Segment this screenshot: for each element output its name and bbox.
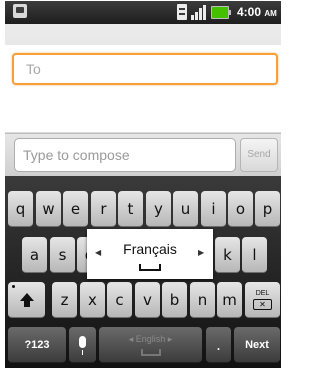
key-z[interactable]: z (52, 282, 77, 318)
key-s[interactable]: s (50, 237, 75, 273)
delete-key-content: DEL ✕ (253, 290, 272, 310)
key-k[interactable]: k (215, 237, 240, 273)
backspace-icon: ✕ (253, 298, 272, 310)
space-key[interactable]: ◂ English ▸ (99, 327, 202, 363)
key-e[interactable]: e (63, 191, 88, 227)
microphone-icon (79, 335, 86, 355)
language-popup: ◀ Français ▶ (87, 229, 213, 279)
status-time-value: 4:00 (237, 5, 262, 19)
key-c[interactable]: c (107, 282, 132, 318)
key-x[interactable]: x (80, 282, 105, 318)
space-language-value: English (135, 333, 166, 344)
delete-label: DEL (255, 289, 270, 297)
send-button[interactable]: Send (240, 138, 278, 172)
key-r[interactable]: r (91, 191, 116, 227)
key-t[interactable]: t (118, 191, 143, 227)
data-icon (177, 4, 187, 20)
key-p[interactable]: p (255, 191, 280, 227)
delete-key[interactable]: DEL ✕ (245, 282, 280, 318)
space-key-content: ◂ English ▸ (128, 333, 173, 356)
key-i[interactable]: i (201, 191, 226, 227)
to-field[interactable]: To (12, 53, 278, 85)
shift-icon (19, 292, 34, 307)
space-language-label: ◂ English ▸ (128, 333, 173, 344)
key-n[interactable]: n (190, 282, 215, 318)
key-a[interactable]: a (22, 237, 47, 273)
key-o[interactable]: o (228, 191, 253, 227)
message-input[interactable]: Type to compose (14, 138, 236, 172)
key-b[interactable]: b (162, 282, 187, 318)
status-time-ampm: AM (264, 9, 277, 18)
symbols-key[interactable]: ?123 (8, 327, 66, 363)
message-placeholder: Type to compose (23, 147, 130, 163)
mic-key[interactable] (69, 327, 96, 363)
space-icon (140, 348, 161, 356)
shift-lock-indicator (12, 285, 15, 288)
screen: 4:00 AM To Type to compose Send q w e r … (0, 0, 286, 371)
key-l[interactable]: l (242, 237, 267, 273)
language-space-icon (139, 264, 161, 271)
key-m[interactable]: m (217, 282, 242, 318)
arrow-right-icon: ▶ (198, 248, 205, 257)
key-q[interactable]: q (8, 191, 33, 227)
signal-icon (191, 4, 207, 20)
key-v[interactable]: v (135, 282, 160, 318)
shift-key[interactable] (8, 282, 45, 318)
key-y[interactable]: y (146, 191, 171, 227)
to-placeholder: To (26, 61, 41, 77)
status-bar: 4:00 AM (5, 1, 281, 24)
status-time: 4:00 AM (237, 5, 277, 19)
language-name: Français (123, 241, 177, 257)
key-w[interactable]: w (36, 191, 61, 227)
key-u[interactable]: u (173, 191, 198, 227)
period-key[interactable]: . (206, 327, 231, 363)
next-key[interactable]: Next (234, 327, 280, 363)
battery-icon (211, 6, 231, 19)
notification-icon (13, 4, 27, 18)
